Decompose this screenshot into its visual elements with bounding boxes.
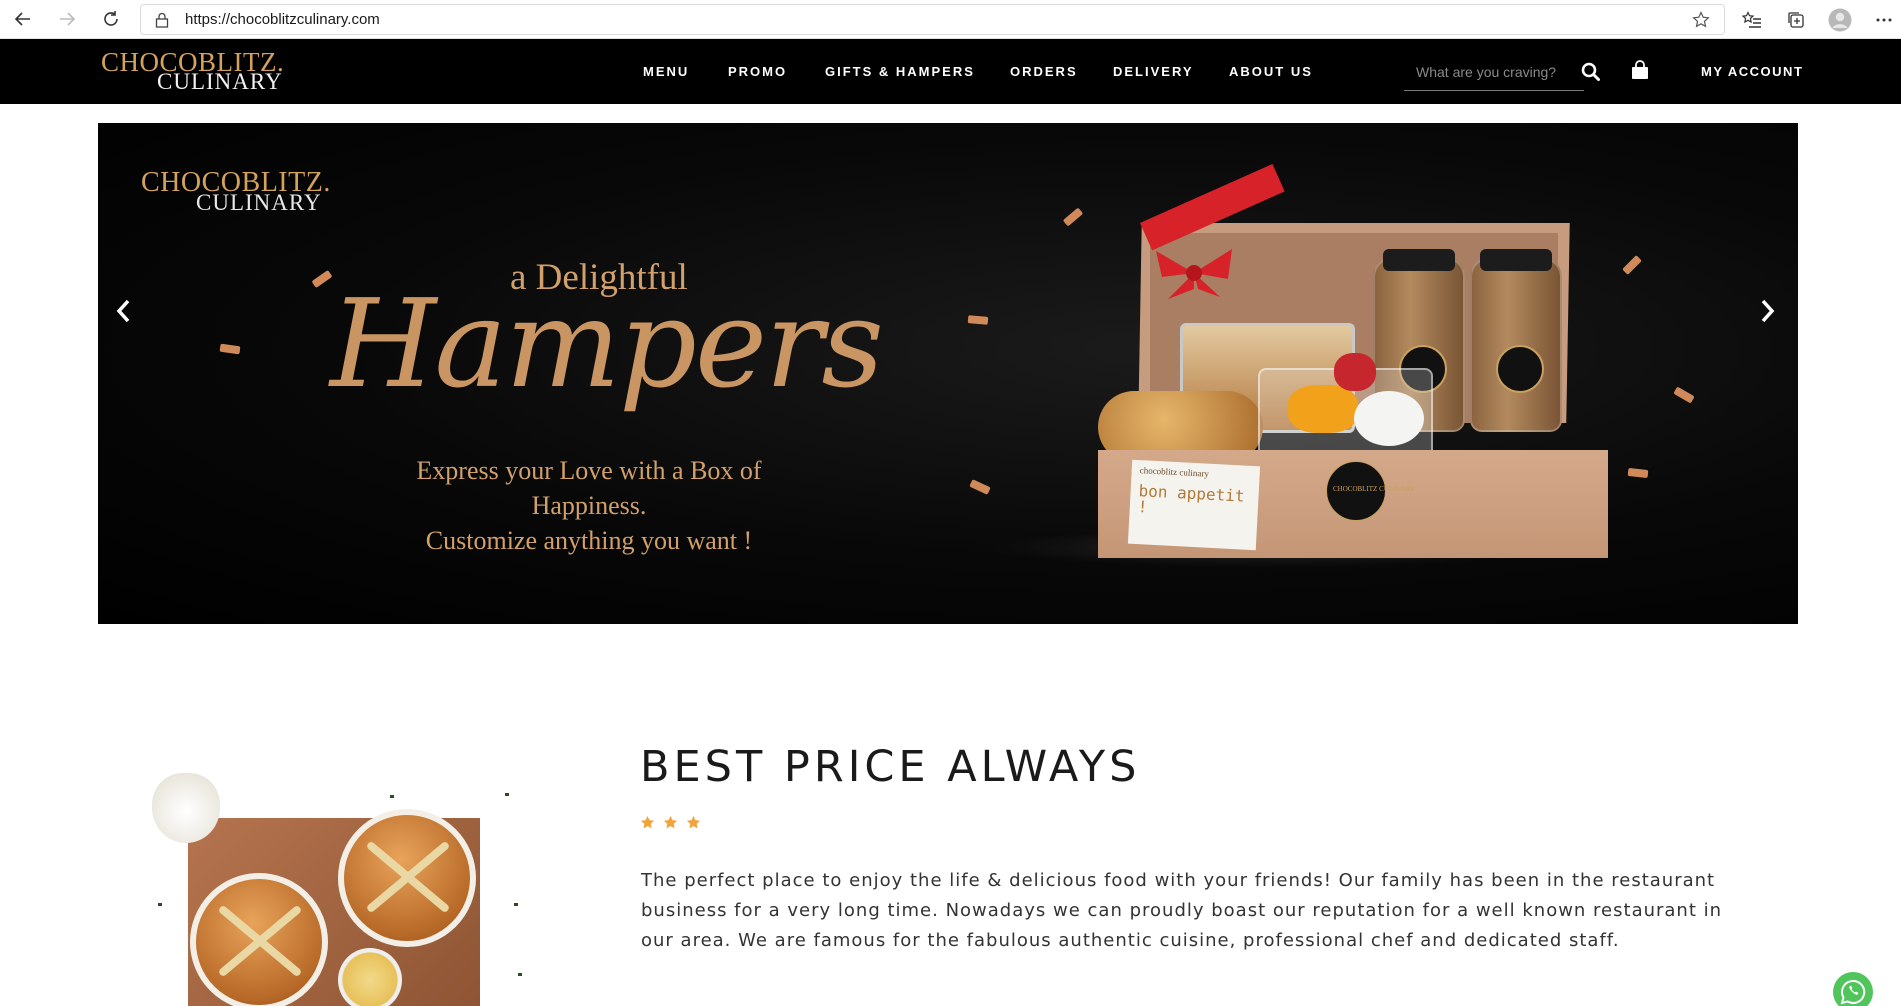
herb-speck [158, 903, 162, 906]
nav-menu[interactable]: MENU [643, 64, 689, 79]
confetti-piece [969, 479, 991, 495]
search-box [1404, 54, 1584, 91]
search-icon[interactable] [1578, 59, 1602, 83]
herb-speck [505, 793, 509, 796]
url-text[interactable]: https://chocoblitzculinary.com [185, 11, 380, 28]
herb-speck [514, 903, 518, 906]
whatsapp-icon[interactable] [1833, 972, 1873, 1006]
hero-slider: CHOCOBLITZ. CULINARY a Delightful Hamper… [98, 123, 1798, 624]
strawberry [1334, 353, 1376, 391]
confetti-piece [967, 315, 989, 325]
confetti-piece [1622, 255, 1642, 275]
cheese-sauce [338, 948, 402, 1006]
garlic-bread-image [150, 773, 540, 1006]
garlic-bulb [152, 773, 220, 843]
confetti-piece [1673, 386, 1695, 404]
garlic-bun [190, 873, 328, 1006]
star-icon [663, 815, 678, 829]
lock-icon [155, 12, 169, 32]
browser-toolbar: https://chocoblitzculinary.com [0, 0, 1901, 39]
hero-subtitle-line-1: Express your Love with a Box of Happines… [416, 456, 762, 520]
box-seal: CHOCOBLITZ CULINARY [1326, 461, 1415, 521]
herb-speck [390, 795, 394, 798]
slider-prev-icon[interactable] [108, 291, 138, 331]
cookie-jar [1470, 249, 1562, 432]
my-account-link[interactable]: MY ACCOUNT [1701, 64, 1803, 79]
cream-dessert [1354, 391, 1424, 446]
forward-icon[interactable] [54, 6, 80, 32]
search-input[interactable] [1404, 54, 1584, 90]
greeting-card: chocoblitz culinary bon appetit ! [1127, 459, 1261, 551]
star-icon [686, 815, 701, 829]
nav-about-us[interactable]: ABOUT US [1229, 64, 1313, 79]
address-bar[interactable]: https://chocoblitzculinary.com [140, 4, 1725, 35]
more-icon[interactable] [1871, 7, 1897, 33]
section-title: BEST PRICE ALWAYS [640, 742, 1141, 792]
reload-icon[interactable] [98, 6, 124, 32]
hero-subtitle-line-2: Customize anything you want ! [425, 526, 753, 555]
slider-next-icon[interactable] [1753, 291, 1783, 331]
orange-fruit [1288, 385, 1358, 433]
favorite-star-icon[interactable] [1692, 11, 1710, 33]
shopping-bag-icon[interactable] [1628, 58, 1652, 82]
favorites-list-icon[interactable] [1739, 7, 1765, 33]
profile-icon[interactable] [1827, 7, 1853, 33]
hero-headline: Hampers [330, 273, 884, 415]
confetti-piece [1062, 207, 1084, 227]
nav-gifts-hampers[interactable]: GIFTS & HAMPERS [825, 64, 975, 79]
site-header: CHOCOBLITZ. CULINARY MENU PROMO GIFTS & … [0, 39, 1901, 104]
main-navigation: MENU PROMO GIFTS & HAMPERS ORDERS DELIVE… [0, 39, 1901, 104]
card-message: bon appetit ! [1137, 481, 1245, 517]
rating-stars [640, 815, 701, 830]
back-icon[interactable] [10, 6, 36, 32]
seal-text: CHOCOBLITZ CULINARY [1333, 485, 1415, 493]
nav-orders[interactable]: ORDERS [1010, 64, 1078, 79]
hero-subtitle: Express your Love with a Box of Happines… [360, 453, 818, 558]
garlic-bun [338, 809, 476, 947]
nav-promo[interactable]: PROMO [728, 64, 787, 79]
herb-speck [518, 973, 522, 976]
confetti-piece [219, 343, 241, 355]
section-body: The perfect place to enjoy the life & de… [641, 870, 1723, 951]
star-icon [640, 815, 655, 829]
nav-delivery[interactable]: DELIVERY [1113, 64, 1194, 79]
confetti-piece [1627, 467, 1649, 479]
hero-logo-bottom: CULINARY [196, 190, 322, 215]
red-bow-icon [1148, 243, 1240, 303]
collections-icon[interactable] [1783, 7, 1809, 33]
card-brand: chocoblitz culinary [1139, 465, 1210, 479]
